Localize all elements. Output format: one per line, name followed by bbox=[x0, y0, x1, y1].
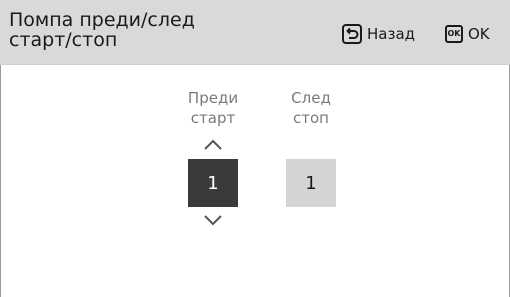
ok-key-icon: OK bbox=[445, 25, 463, 43]
column-label-after-stop: След стоп bbox=[271, 88, 351, 128]
left-border bbox=[0, 65, 1, 297]
value-after-stop-text: 1 bbox=[305, 172, 317, 194]
value-after-stop[interactable]: 1 bbox=[286, 159, 336, 207]
ok-button[interactable]: OK OK bbox=[445, 23, 490, 45]
page-title-line-2: старт/стоп bbox=[9, 29, 118, 51]
back-button[interactable]: Назад bbox=[342, 23, 415, 45]
column-label-before-start: Преди старт bbox=[173, 88, 253, 128]
page-title-line-1: Помпа преди/след bbox=[9, 9, 195, 31]
page-title: Помпа преди/след старт/стоп bbox=[9, 10, 329, 50]
back-button-label: Назад bbox=[367, 25, 416, 43]
column-label-line-1: Преди bbox=[187, 89, 239, 107]
chevron-down-icon[interactable] bbox=[203, 214, 223, 226]
value-before-start[interactable]: 1 bbox=[188, 159, 238, 207]
back-return-icon bbox=[342, 24, 362, 44]
column-label-line-2: старт bbox=[190, 109, 236, 127]
column-label-line-2: стоп bbox=[293, 109, 329, 127]
ok-button-label: OK bbox=[468, 25, 490, 43]
value-before-start-text: 1 bbox=[207, 172, 219, 194]
column-label-line-1: След bbox=[291, 89, 331, 107]
chevron-up-icon[interactable] bbox=[203, 139, 223, 151]
header-bar: Помпа преди/след старт/стоп Назад OK OK bbox=[0, 0, 510, 65]
